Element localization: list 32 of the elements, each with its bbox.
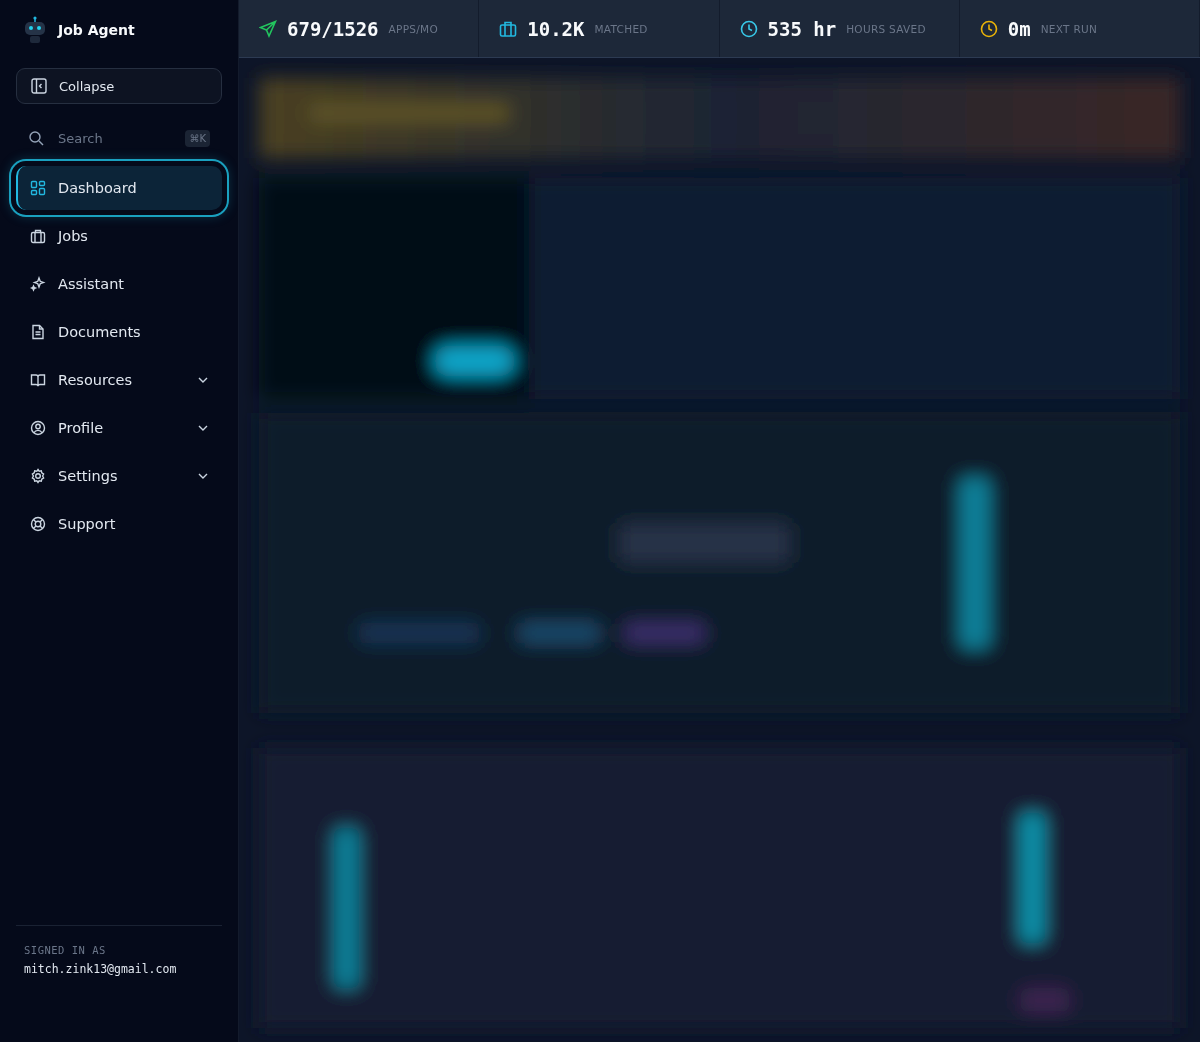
stat-label: APPS/MO (388, 22, 438, 35)
nav-item[interactable]: Profile (16, 406, 222, 450)
stat-value: 679/1526 (287, 17, 379, 40)
nav-item[interactable]: Resources (16, 358, 222, 402)
account-email: mitch.zink13@gmail.com (24, 962, 178, 976)
search-field[interactable]: Search (56, 129, 174, 147)
sparkles-icon (30, 276, 46, 292)
stat-label: MATCHED (594, 22, 648, 35)
robot-icon (22, 16, 48, 44)
sidebar-collapse-icon (31, 78, 47, 94)
document-icon (30, 324, 46, 340)
nav-item[interactable]: Support (16, 502, 222, 546)
signed-in-caption: SIGNED IN AS (24, 944, 107, 956)
stat-value: 0m (1007, 17, 1031, 40)
stat-label: HOURS SAVED (846, 22, 926, 35)
app-title: Job Agent (58, 22, 135, 38)
gear-icon (30, 468, 46, 484)
nav-item[interactable]: Settings (16, 454, 222, 498)
nav-item[interactable]: Jobs (16, 214, 222, 258)
search-icon (28, 130, 44, 146)
book-icon (30, 372, 46, 388)
grid-icon (30, 180, 46, 196)
stat-label: NEXT RUN (1040, 22, 1098, 35)
stat-value: 10.2K (527, 17, 585, 40)
nav-item[interactable]: Documents (16, 310, 222, 354)
stat-value: 535 hr (767, 17, 837, 40)
collapse-button[interactable]: Collapse (16, 68, 222, 104)
shortcut-hint: ⌘K (185, 129, 210, 147)
lifebuoy-icon (30, 516, 46, 532)
briefcase-icon (30, 228, 46, 244)
nav-item[interactable]: Assistant (16, 262, 222, 306)
user-icon (30, 420, 46, 436)
